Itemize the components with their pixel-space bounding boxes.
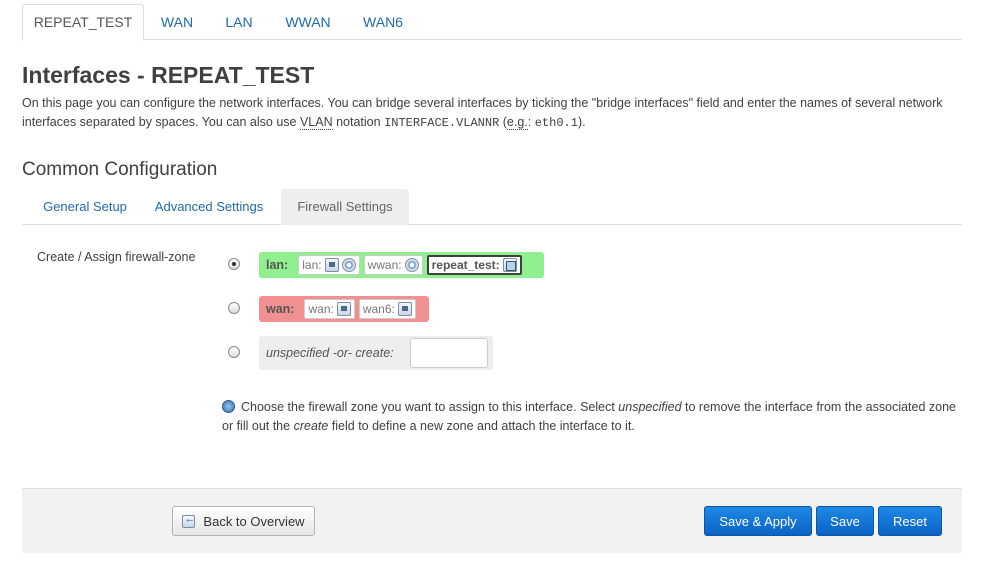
interface-chip-repeat-test: repeat_test: (426, 255, 522, 275)
page-title: Interfaces - REPEAT_TEST (22, 62, 315, 88)
unspecified-label: unspecified -or- create: (266, 346, 394, 360)
interface-chip-wan: wan: (304, 299, 355, 319)
zone-unspecified: unspecified -or- create: (259, 336, 493, 370)
desc-text: ). (577, 115, 586, 129)
footer-actions: Back to Overview Save & Apply Save Reset (22, 488, 962, 553)
chip-label: repeat_test: (431, 258, 500, 272)
tab-firewall-settings[interactable]: Firewall Settings (281, 189, 409, 225)
back-arrow-icon (182, 513, 196, 528)
desc-text: notation (332, 115, 385, 129)
zone-name: lan: (266, 258, 289, 272)
page-container: REPEAT_TEST WAN LAN WWAN WAN6 Interfaces… (22, 4, 962, 225)
zone-lan[interactable]: lan: lan: wwan: repeat_test: (259, 252, 544, 278)
zone-wan[interactable]: wan: wan: wan6: (259, 296, 429, 322)
page-description: On this page you can configure the netwo… (22, 94, 962, 133)
interface-tabs: REPEAT_TEST WAN LAN WWAN WAN6 (22, 4, 962, 41)
help-em: create (293, 419, 329, 433)
chip-label: wan: (308, 302, 334, 316)
button-label: Back to Overview (203, 513, 305, 529)
tab-wan[interactable]: WAN (148, 4, 206, 40)
bridge-icon (502, 258, 517, 272)
section-title: Common Configuration (22, 159, 218, 180)
desc-code: eth0.1 (534, 116, 578, 130)
interface-chip-wan6: wan6: (358, 299, 416, 319)
chip-label: wan6: (362, 302, 395, 316)
zone-radio-lan[interactable] (228, 258, 240, 270)
save-apply-button[interactable]: Save & Apply (704, 506, 812, 536)
interface-chip-lan: lan: (298, 255, 360, 275)
interface-chip-wwan: wwan: (363, 255, 423, 275)
wifi-icon (341, 258, 356, 272)
help-text-part: field to define a new zone and attach th… (328, 419, 635, 433)
help-text-part: Choose the firewall zone you want to ass… (241, 400, 619, 414)
eg-abbr: e.g. (506, 115, 528, 130)
desc-text: ( (499, 115, 507, 129)
reset-button[interactable]: Reset (878, 506, 942, 536)
tab-general-setup[interactable]: General Setup (28, 189, 142, 225)
zone-radio-unspecified[interactable] (228, 346, 240, 358)
info-icon (222, 400, 235, 413)
tab-repeat-test[interactable]: REPEAT_TEST (22, 4, 144, 41)
desc-text: : (527, 115, 535, 129)
chip-label: wwan: (367, 258, 402, 272)
tab-wan6[interactable]: WAN6 (356, 4, 410, 40)
save-button[interactable]: Save (816, 506, 874, 536)
tab-lan[interactable]: LAN (218, 4, 260, 40)
create-zone-input[interactable] (409, 338, 488, 368)
config-tabs: General Setup Advanced Settings Firewall… (22, 189, 962, 225)
vlan-abbr: VLAN (299, 115, 333, 130)
help-text: Choose the firewall zone you want to ass… (222, 398, 967, 436)
chip-label: lan: (302, 258, 322, 272)
zone-radio-wan[interactable] (228, 302, 240, 314)
zone-name: wan: (266, 302, 295, 316)
back-to-overview-button[interactable]: Back to Overview (172, 506, 315, 536)
ethernet-icon (336, 302, 351, 316)
tab-wwan[interactable]: WWAN (278, 4, 338, 40)
help-em: unspecified (618, 400, 682, 414)
desc-code: INTERFACE.VLANNR (384, 116, 500, 130)
firewall-zone-label: Create / Assign firewall-zone (37, 250, 196, 264)
ethernet-icon (324, 258, 339, 272)
ethernet-icon (397, 302, 412, 316)
tab-advanced-settings[interactable]: Advanced Settings (148, 189, 270, 225)
wifi-icon (404, 258, 419, 272)
